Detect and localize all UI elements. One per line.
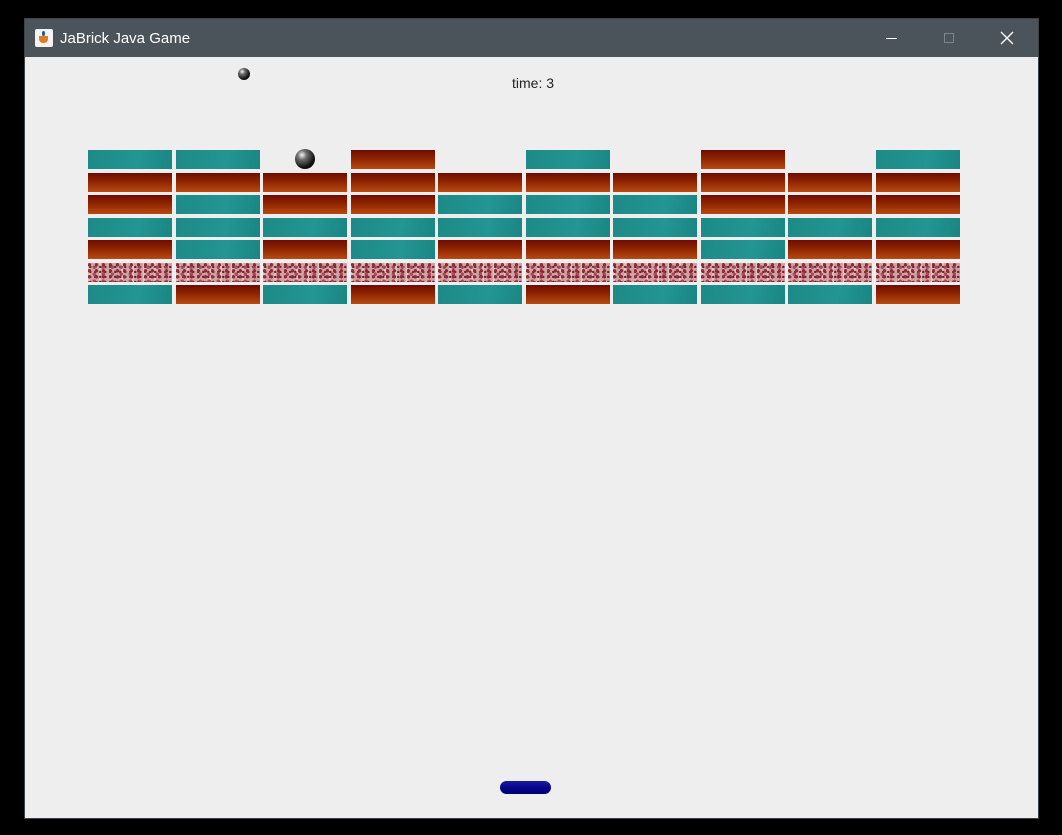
brick-red	[876, 285, 960, 304]
maximize-icon	[944, 33, 954, 43]
brick-teal	[88, 285, 172, 304]
brick-red	[351, 150, 435, 169]
brick-red	[613, 173, 697, 192]
brick-teal	[526, 218, 610, 237]
brick-red	[526, 285, 610, 304]
brick-teal	[263, 218, 347, 237]
brick-teal	[788, 285, 872, 304]
java-cup-mark	[39, 36, 48, 43]
window-title: JaBrick Java Game	[60, 30, 191, 47]
brick-granite	[438, 263, 522, 282]
minimize-icon	[885, 37, 897, 39]
brick-teal	[613, 285, 697, 304]
brick-granite	[876, 263, 960, 282]
game-canvas[interactable]: time: 3	[25, 57, 1038, 818]
brick-teal	[438, 218, 522, 237]
brick-red	[263, 240, 347, 259]
brick-granite	[526, 263, 610, 282]
brick-red	[263, 195, 347, 214]
brick-red	[176, 285, 260, 304]
brick-red	[351, 173, 435, 192]
close-icon	[1000, 31, 1014, 45]
brick-red	[876, 195, 960, 214]
brick-red	[701, 173, 785, 192]
small-ball	[238, 68, 250, 80]
brick-red	[438, 240, 522, 259]
brick-red	[526, 173, 610, 192]
brick-red	[526, 240, 610, 259]
brick-granite	[176, 263, 260, 282]
brick-teal	[176, 150, 260, 169]
brick-teal	[438, 285, 522, 304]
brick-teal	[526, 150, 610, 169]
time-counter: time: 3	[512, 75, 555, 91]
brick-red	[351, 195, 435, 214]
title-bar[interactable]: JaBrick Java Game	[25, 19, 1038, 57]
brick-red	[176, 173, 260, 192]
java-cup-icon	[35, 29, 53, 47]
brick-teal	[351, 240, 435, 259]
brick-granite	[263, 263, 347, 282]
brick-granite	[613, 263, 697, 282]
brick-red	[613, 240, 697, 259]
brick-teal	[526, 195, 610, 214]
brick-teal	[788, 218, 872, 237]
brick-red	[351, 285, 435, 304]
brick-teal	[351, 218, 435, 237]
brick-red	[701, 195, 785, 214]
brick-red	[701, 150, 785, 169]
brick-teal	[701, 240, 785, 259]
brick-red	[876, 173, 960, 192]
game-window: JaBrick Java Game time: 3	[25, 19, 1038, 818]
brick-teal	[176, 195, 260, 214]
brick-granite	[351, 263, 435, 282]
brick-red	[88, 195, 172, 214]
close-button[interactable]	[978, 19, 1036, 57]
brick-red	[438, 173, 522, 192]
brick-granite	[88, 263, 172, 282]
brick-red	[788, 240, 872, 259]
brick-teal	[876, 218, 960, 237]
paddle[interactable]	[500, 781, 551, 794]
brick-granite	[701, 263, 785, 282]
brick-red	[88, 173, 172, 192]
brick-teal	[263, 285, 347, 304]
brick-teal	[176, 218, 260, 237]
ball	[295, 149, 315, 169]
brick-red	[876, 240, 960, 259]
brick-teal	[701, 285, 785, 304]
brick-teal	[701, 218, 785, 237]
brick-teal	[88, 218, 172, 237]
brick-teal	[613, 218, 697, 237]
maximize-button[interactable]	[920, 19, 978, 57]
brick-teal	[438, 195, 522, 214]
brick-teal	[88, 150, 172, 169]
brick-red	[263, 173, 347, 192]
minimize-button[interactable]	[862, 19, 920, 57]
brick-red	[88, 240, 172, 259]
brick-teal	[176, 240, 260, 259]
brick-granite	[788, 263, 872, 282]
brick-red	[788, 195, 872, 214]
brick-teal	[613, 195, 697, 214]
brick-red	[788, 173, 872, 192]
brick-teal	[876, 150, 960, 169]
